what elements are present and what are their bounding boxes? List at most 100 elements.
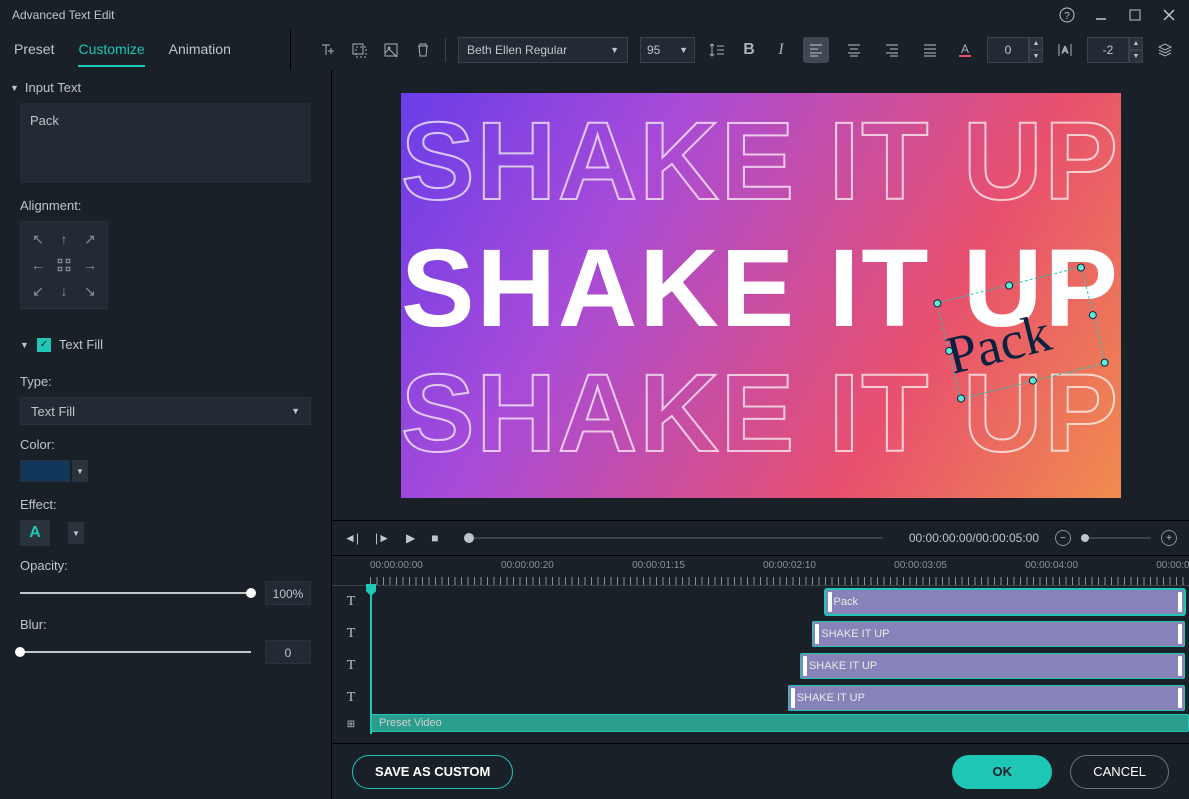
char-spacing-icon[interactable]: A xyxy=(1055,40,1075,60)
text-color-icon[interactable]: A xyxy=(955,40,975,60)
sidebar: ▼ Input Text Alignment: ↖ ↑ ↗ ← → ↙ ↓ ↘ … xyxy=(0,70,332,799)
blur-label: Blur: xyxy=(20,617,311,632)
align-mr[interactable]: → xyxy=(79,254,101,276)
align-bc[interactable]: ↓ xyxy=(53,280,75,302)
window-title: Advanced Text Edit xyxy=(12,8,1059,22)
align-right-icon[interactable] xyxy=(879,37,905,63)
align-tc[interactable]: ↑ xyxy=(53,228,75,250)
zoom-slider[interactable] xyxy=(1081,537,1151,539)
text-track: T Pack xyxy=(332,586,1189,618)
type-value: Text Fill xyxy=(31,404,75,419)
canvas[interactable]: SHAKE IT UP SHAKE IT UP SHAKE IT UP Pack xyxy=(401,93,1121,498)
tabs-row: Preset Customize Animation Beth Ellen Re… xyxy=(0,30,1189,70)
ok-button[interactable]: OK xyxy=(952,755,1052,789)
ruler-tick: 00:00:02:10 xyxy=(763,560,816,571)
color-label: Color: xyxy=(20,437,311,452)
playhead[interactable] xyxy=(370,586,372,734)
font-select[interactable]: Beth Ellen Regular▼ xyxy=(458,37,628,63)
video-track-icon: ⊞ xyxy=(332,714,370,734)
close-icon[interactable] xyxy=(1161,7,1177,23)
zoom-in-icon[interactable]: + xyxy=(1161,530,1177,546)
clip[interactable]: SHAKE IT UP xyxy=(800,653,1185,679)
cancel-button[interactable]: CANCEL xyxy=(1070,755,1169,789)
align-br[interactable]: ↘ xyxy=(79,280,101,302)
type-select[interactable]: Text Fill ▼ xyxy=(20,397,311,425)
chevron-down-icon: ▼ xyxy=(291,406,300,416)
align-tl[interactable]: ↖ xyxy=(27,228,49,250)
align-bl[interactable]: ↙ xyxy=(27,280,49,302)
blur-value[interactable]: 0 xyxy=(265,640,311,664)
track-type-icon: T xyxy=(332,618,370,650)
minimize-icon[interactable] xyxy=(1093,7,1109,23)
line-height-icon[interactable] xyxy=(707,40,727,60)
canvas-area: SHAKE IT UP SHAKE IT UP SHAKE IT UP Pack xyxy=(332,70,1189,520)
effect-swatch[interactable]: A xyxy=(20,520,50,546)
input-text-field[interactable] xyxy=(20,103,311,183)
preview: SHAKE IT UP SHAKE IT UP SHAKE IT UP Pack xyxy=(401,93,1121,498)
text-fill-header[interactable]: ▼ ✓ Text Fill xyxy=(0,323,331,362)
image-icon[interactable] xyxy=(381,40,401,60)
align-tr[interactable]: ↗ xyxy=(79,228,101,250)
maximize-icon[interactable] xyxy=(1127,7,1143,23)
align-justify-icon[interactable] xyxy=(917,37,943,63)
blur-slider[interactable] xyxy=(20,651,251,653)
align-center-icon[interactable] xyxy=(841,37,867,63)
stop-icon[interactable]: ■ xyxy=(431,531,438,545)
align-ml[interactable]: ← xyxy=(27,254,49,276)
preview-line1: SHAKE IT UP xyxy=(401,121,1121,204)
spinner[interactable]: ▲▼ xyxy=(1129,37,1143,63)
crop-icon[interactable] xyxy=(349,40,369,60)
opacity-slider[interactable] xyxy=(20,592,251,594)
prev-frame-icon[interactable]: ◄| xyxy=(344,531,359,545)
clip[interactable]: SHAKE IT UP xyxy=(788,685,1185,711)
svg-text:?: ? xyxy=(1064,11,1070,22)
separator xyxy=(445,38,446,62)
opacity-value[interactable]: 100% xyxy=(265,581,311,605)
font-size-select[interactable]: 95 ▼ xyxy=(640,37,695,63)
bold-icon[interactable]: B xyxy=(739,40,759,60)
clip[interactable]: Pack xyxy=(825,589,1185,615)
font-name: Beth Ellen Regular xyxy=(467,43,567,57)
ruler-tick: 00:00:04: xyxy=(1156,560,1189,571)
divider xyxy=(290,30,291,70)
help-icon[interactable]: ? xyxy=(1059,7,1075,23)
tab-customize[interactable]: Customize xyxy=(78,33,144,67)
spacing2-input[interactable] xyxy=(1087,37,1129,63)
input-text-header[interactable]: ▼ Input Text xyxy=(0,70,331,103)
play-icon[interactable]: ▶ xyxy=(406,531,415,545)
layers-icon[interactable] xyxy=(1155,40,1175,60)
add-text-icon[interactable] xyxy=(317,40,337,60)
footer: SAVE AS CUSTOM OK CANCEL xyxy=(332,743,1189,799)
zoom-out-icon[interactable]: − xyxy=(1055,530,1071,546)
text-track: T SHAKE IT UP xyxy=(332,618,1189,650)
align-mc[interactable] xyxy=(53,254,75,276)
type-label: Type: xyxy=(20,374,311,389)
align-left-icon[interactable] xyxy=(803,37,829,63)
spacing-input[interactable] xyxy=(987,37,1029,63)
chevron-down-icon: ▼ xyxy=(10,83,19,93)
ruler-tick: 00:00:00:00 xyxy=(370,560,423,571)
color-swatch[interactable] xyxy=(20,460,70,482)
track-type-icon: T xyxy=(332,682,370,714)
save-custom-button[interactable]: SAVE AS CUSTOM xyxy=(352,755,513,789)
spinner[interactable]: ▲▼ xyxy=(1029,37,1043,63)
ruler-tick: 00:00:00:20 xyxy=(501,560,554,571)
ruler[interactable]: 00:00:00:00 00:00:00:20 00:00:01:15 00:0… xyxy=(332,556,1189,586)
color-dropdown[interactable]: ▼ xyxy=(72,460,88,482)
effect-dropdown[interactable]: ▼ xyxy=(68,522,84,544)
text-fill-checkbox[interactable]: ✓ xyxy=(37,338,51,352)
alignment-label: Alignment: xyxy=(20,198,311,213)
ruler-tick: 00:00:01:15 xyxy=(632,560,685,571)
trash-icon[interactable] xyxy=(413,40,433,60)
next-frame-icon[interactable]: |► xyxy=(375,531,390,545)
section-title: Text Fill xyxy=(59,337,103,352)
chevron-down-icon: ▼ xyxy=(679,45,688,55)
font-size-value: 95 xyxy=(647,43,660,57)
clip[interactable]: SHAKE IT UP xyxy=(812,621,1185,647)
tab-animation[interactable]: Animation xyxy=(169,33,231,67)
track-type-icon: T xyxy=(332,586,370,618)
video-clip[interactable]: Preset Video xyxy=(370,714,1189,732)
tab-preset[interactable]: Preset xyxy=(14,33,54,67)
italic-icon[interactable]: I xyxy=(771,40,791,60)
scrubber[interactable] xyxy=(464,537,882,539)
